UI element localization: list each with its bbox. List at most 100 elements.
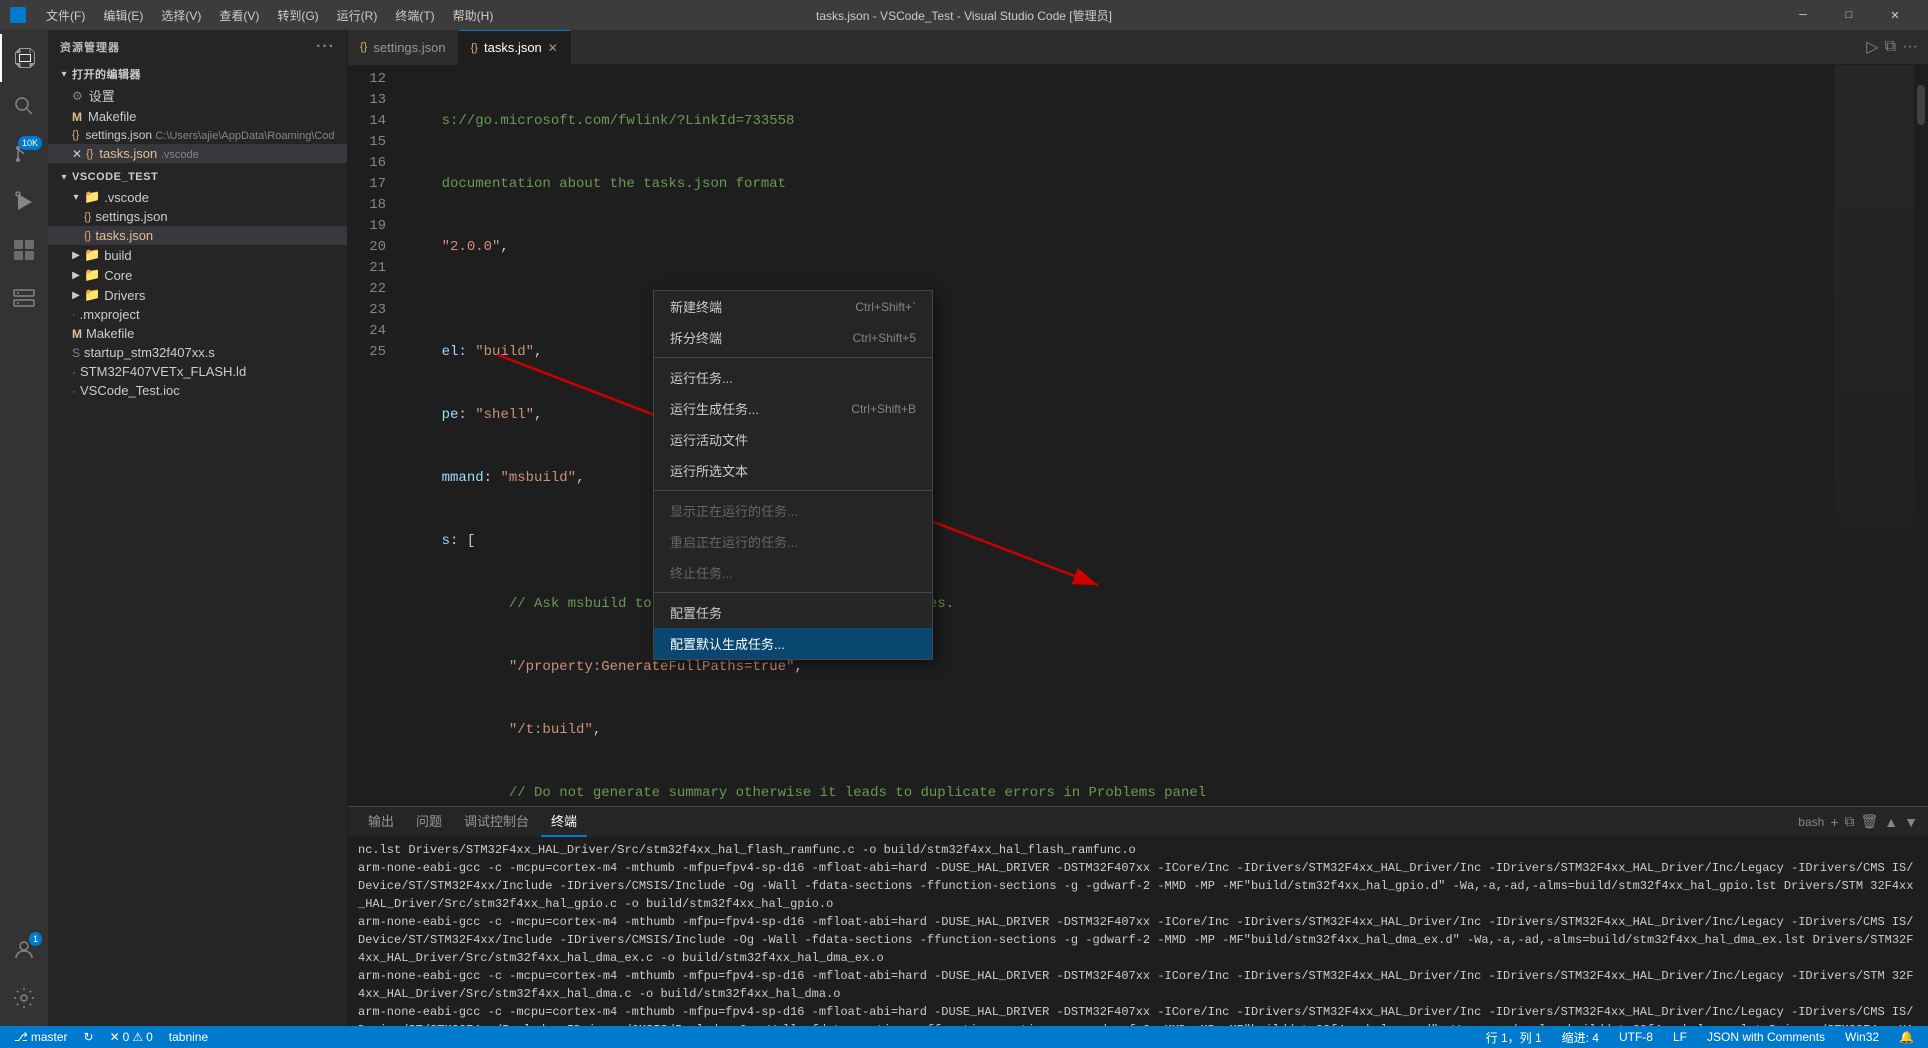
menu-new-terminal[interactable]: 新建终端 Ctrl+Shift+` — [654, 291, 932, 322]
tab-bar: {} settings.json {} tasks.json ✕ ▷ ⧉ ··· — [348, 30, 1928, 65]
activity-search[interactable] — [0, 82, 48, 130]
split-terminal-shortcut: Ctrl+Shift+5 — [853, 331, 916, 345]
tree-makefile[interactable]: M Makefile — [48, 324, 347, 343]
code-top6: pe: "shell", — [408, 405, 1834, 426]
panel-tab-actions: bash + ⧉ 🗑 ▲ ▼ — [1798, 813, 1918, 830]
tab-tasks-close[interactable]: ✕ — [548, 41, 558, 55]
panel-tabs: 输出 问题 调试控制台 终端 bash + ⧉ 🗑 ▲ ▼ — [348, 807, 1928, 837]
activity-explorer[interactable] — [0, 34, 48, 82]
ln-24: 24 — [348, 321, 386, 342]
menu-terminal[interactable]: 终端(T) — [387, 5, 442, 26]
tree-mxproject[interactable]: · .mxproject — [48, 305, 347, 324]
menu-run-build-task[interactable]: 运行生成任务... Ctrl+Shift+B — [654, 393, 932, 424]
status-right: 行 1，列 1 缩进: 4 UTF-8 LF JSON with Comment… — [1482, 1029, 1918, 1046]
status-spaces[interactable]: 缩进: 4 — [1558, 1029, 1603, 1046]
menu-configure-default-build[interactable]: 配置默认生成任务... — [654, 628, 932, 659]
menu-view[interactable]: 查看(V) — [211, 5, 267, 26]
open-editor-makefile[interactable]: M Makefile — [48, 107, 347, 126]
activity-settings[interactable] — [0, 974, 48, 1022]
status-encoding[interactable]: UTF-8 — [1615, 1030, 1657, 1044]
run-action-button[interactable]: ▷ — [1866, 37, 1878, 57]
tab-settings-json[interactable]: {} settings.json — [348, 30, 459, 65]
open-editor-tasks-json[interactable]: ✕ {} tasks.json .vscode — [48, 144, 347, 163]
menu-run-task[interactable]: 运行任务... — [654, 362, 932, 393]
tree-startup[interactable]: S startup_stm32f407xx.s — [48, 343, 347, 362]
activity-source-control[interactable]: 10K — [0, 130, 48, 178]
close-button[interactable]: ✕ — [1872, 0, 1918, 30]
ln-21: 21 — [348, 258, 386, 279]
status-language[interactable]: JSON with Comments — [1703, 1030, 1829, 1044]
sidebar-title: 资源管理器 — [60, 39, 120, 55]
menu-select[interactable]: 选择(V) — [153, 5, 209, 26]
activity-account[interactable]: 1 — [0, 926, 48, 974]
bell-icon: 🔔 — [1899, 1030, 1914, 1044]
code-12: // Ask msbuild to generate full paths fo… — [408, 594, 1834, 615]
minimize-button[interactable]: ─ — [1780, 0, 1826, 30]
panel-tab-problems[interactable]: 问题 — [406, 807, 452, 837]
ln-19: 19 — [348, 216, 386, 237]
tree-tasks-json[interactable]: {} tasks.json — [48, 226, 347, 245]
activity-extensions[interactable] — [0, 226, 48, 274]
tree-core[interactable]: ▶ 📁 Core — [48, 265, 347, 285]
folder-icon-2: 📁 — [84, 247, 100, 263]
tree-drivers[interactable]: ▶ 📁 Drivers — [48, 285, 347, 305]
activity-remote[interactable] — [0, 274, 48, 322]
panel-down-button[interactable]: ▼ — [1904, 814, 1918, 830]
status-errors[interactable]: ✕ 0 ⚠ 0 — [106, 1030, 157, 1044]
tree-vscode-folder[interactable]: ▾ 📁 .vscode — [48, 187, 347, 207]
menu-split-terminal[interactable]: 拆分终端 Ctrl+Shift+5 — [654, 322, 932, 353]
menu-run-selected[interactable]: 运行所选文本 — [654, 455, 932, 486]
menu-configure-tasks[interactable]: 配置任务 — [654, 597, 932, 628]
sidebar: 资源管理器 ··· ▾ 打开的编辑器 ⚙ 设置 M Makefile {} se… — [48, 30, 348, 1026]
menu-file[interactable]: 文件(F) — [38, 5, 93, 26]
menu-run-active-file[interactable]: 运行活动文件 — [654, 424, 932, 455]
open-editors-section[interactable]: ▾ 打开的编辑器 — [48, 64, 347, 84]
tree-ioc[interactable]: · VSCode_Test.ioc — [48, 381, 347, 400]
status-position[interactable]: 行 1，列 1 — [1482, 1029, 1546, 1046]
panel-tab-terminal[interactable]: 终端 — [541, 807, 587, 837]
folder-icon-1: 📁 — [84, 189, 100, 205]
open-editor-settings-json[interactable]: {} settings.json C:\Users\ajie\AppData\R… — [48, 126, 347, 144]
panel-tab-output[interactable]: 输出 — [358, 807, 404, 837]
tree-settings-json[interactable]: {} settings.json — [48, 207, 347, 226]
tree-build[interactable]: ▶ 📁 build — [48, 245, 347, 265]
activity-run[interactable] — [0, 178, 48, 226]
status-branch[interactable]: ⎇ master — [10, 1030, 72, 1044]
terminal-content[interactable]: nc.lst Drivers/STM32F4xx_HAL_Driver/Src/… — [348, 837, 1928, 1026]
menu-help[interactable]: 帮助(H) — [445, 5, 502, 26]
scrollbar-thumb[interactable] — [1917, 85, 1925, 125]
tree-vscode-label: .vscode — [104, 190, 149, 205]
tree-drivers-label: Drivers — [104, 288, 145, 303]
warning-count: 0 — [146, 1030, 153, 1044]
menu-run[interactable]: 运行(R) — [329, 5, 386, 26]
code-editor[interactable]: s://go.microsoft.com/fwlink/?LinkId=7335… — [398, 65, 1834, 806]
status-feedback[interactable]: 🔔 — [1895, 1030, 1918, 1044]
ln-22: 22 — [348, 279, 386, 300]
code-top2: documentation about the tasks.json forma… — [408, 174, 1834, 195]
status-tabnine[interactable]: tabnine — [165, 1030, 212, 1044]
close-icon-tasks[interactable]: ✕ — [72, 147, 82, 161]
menu-edit[interactable]: 编辑(E) — [95, 5, 151, 26]
menu-goto[interactable]: 转到(G) — [269, 5, 326, 26]
panel-split-button[interactable]: ⧉ — [1845, 813, 1855, 830]
status-sync[interactable]: ↻ — [80, 1030, 98, 1044]
panel-up-button[interactable]: ▲ — [1884, 814, 1898, 830]
status-line-ending[interactable]: LF — [1669, 1030, 1691, 1044]
vscode-test-section[interactable]: ▾ VSCODE_TEST — [48, 167, 347, 187]
build-arrow: ▶ — [68, 250, 84, 261]
panel-trash-button[interactable]: 🗑 — [1861, 813, 1879, 830]
open-editor-settings[interactable]: ⚙ 设置 — [48, 84, 347, 107]
tab-tasks-json[interactable]: {} tasks.json ✕ — [459, 30, 571, 65]
term-line-4: arm-none-eabi-gcc -c -mcpu=cortex-m4 -mt… — [358, 967, 1918, 1003]
tree-ld[interactable]: · STM32F407VETx_FLASH.ld — [48, 362, 347, 381]
panel-tab-debug[interactable]: 调试控制台 — [454, 807, 539, 837]
split-action-button[interactable]: ⧉ — [1885, 38, 1896, 56]
sidebar-more-button[interactable]: ··· — [316, 38, 335, 56]
more-action-button[interactable]: ··· — [1902, 38, 1918, 56]
code-top5: el: "build", — [408, 342, 1834, 363]
status-os[interactable]: Win32 — [1841, 1030, 1883, 1044]
scrollbar-vertical[interactable] — [1914, 65, 1928, 806]
panel-add-button[interactable]: + — [1830, 814, 1838, 830]
restore-button[interactable]: □ — [1826, 0, 1872, 30]
core-arrow: ▶ — [68, 270, 84, 281]
